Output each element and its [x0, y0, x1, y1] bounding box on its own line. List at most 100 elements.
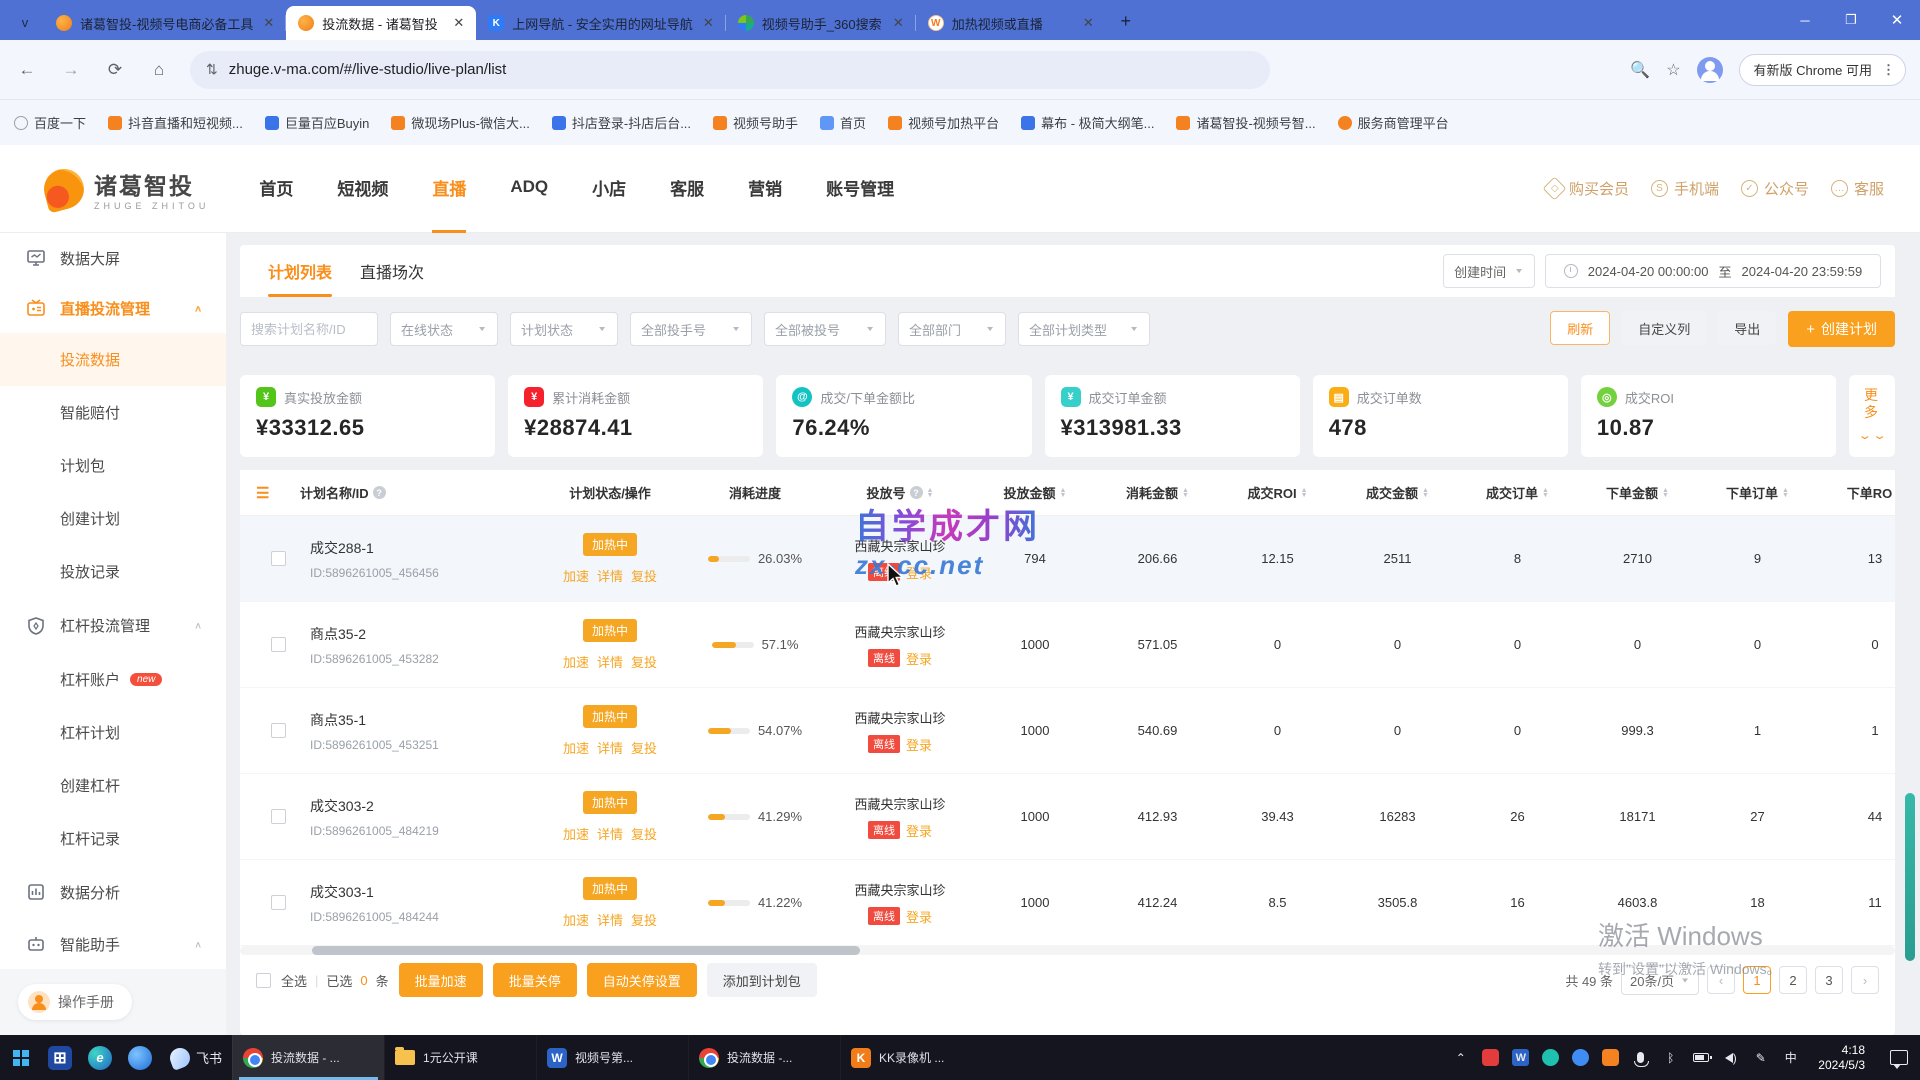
- site-settings-icon[interactable]: ⇅: [206, 61, 217, 78]
- new-tab-button[interactable]: +: [1112, 7, 1140, 35]
- sidebar-group-live-streaming[interactable]: 直播投流管理 ∧: [0, 283, 226, 333]
- table-row[interactable]: 商点35-2 ID:5896261005_453282 加热中 加速 详情 复投…: [240, 602, 1895, 688]
- sidebar-item-leverage-records[interactable]: 杠杆记录: [0, 812, 226, 865]
- col-deal-amount[interactable]: 成交金额▲▼: [1335, 483, 1460, 502]
- customer-service-link[interactable]: …客服: [1831, 178, 1884, 199]
- tab-plan-list-active[interactable]: 计划列表: [268, 245, 332, 297]
- sort-arrows-icon[interactable]: ▲▼: [1422, 488, 1429, 498]
- sidebar-item-flow-data-active[interactable]: 投流数据: [0, 333, 226, 386]
- chevron-up-icon[interactable]: ∧: [194, 939, 202, 949]
- volume-icon[interactable]: ): [1722, 1049, 1739, 1066]
- bookmark-item[interactable]: 抖音直播和短视频...: [108, 113, 243, 132]
- prev-page-button[interactable]: ‹: [1707, 966, 1735, 994]
- nav-shop[interactable]: 小店: [592, 145, 626, 233]
- pinned-feishu[interactable]: 飞书: [160, 1048, 232, 1068]
- select-all-label[interactable]: 全选: [281, 971, 307, 990]
- repeat-link[interactable]: 复投: [631, 824, 657, 843]
- table-row[interactable]: 商点35-1 ID:5896261005_453251 加热中 加速 详情 复投…: [240, 688, 1895, 774]
- batch-stop-button[interactable]: 批量关停: [493, 963, 577, 997]
- table-row[interactable]: 成交288-1 ID:5896261005_456456 加热中 加速 详情 复…: [240, 516, 1895, 602]
- task-window-4[interactable]: 投流数据 -...: [688, 1035, 840, 1080]
- window-minimize-button[interactable]: ─: [1782, 0, 1828, 40]
- custom-columns-button[interactable]: 自定义列: [1622, 311, 1706, 345]
- login-link[interactable]: 登录: [906, 821, 932, 840]
- detail-link[interactable]: 详情: [597, 824, 623, 843]
- chrome-update-pill[interactable]: 有新版 Chrome 可用 ⋮: [1739, 54, 1906, 86]
- login-link[interactable]: 登录: [906, 735, 932, 754]
- sidebar-item-leverage-account[interactable]: 杠杆账户 new: [0, 653, 226, 706]
- forward-button[interactable]: →: [54, 53, 88, 87]
- detail-link[interactable]: 详情: [597, 566, 623, 585]
- tab-close-icon[interactable]: ✕: [891, 15, 906, 31]
- sort-arrows-icon[interactable]: ▲▼: [927, 488, 934, 498]
- task-window-1-active[interactable]: 投流数据 - ...: [232, 1035, 384, 1080]
- notification-icon[interactable]: [1890, 1050, 1908, 1065]
- row-checkbox[interactable]: [271, 895, 286, 910]
- bookmark-item[interactable]: 幕布 - 极简大纲笔...: [1021, 113, 1154, 132]
- zoom-icon[interactable]: 🔍: [1630, 60, 1650, 80]
- sidebar-item-plan-package[interactable]: 计划包: [0, 439, 226, 492]
- sidebar-item-data-screen[interactable]: 数据大屏: [0, 233, 226, 283]
- nav-short-video[interactable]: 短视频: [337, 145, 388, 233]
- bookmark-item[interactable]: 视频号加热平台: [888, 113, 999, 132]
- pinned-edge[interactable]: e: [80, 1035, 120, 1080]
- col-plan-name[interactable]: 计划名称/ID?: [300, 483, 535, 502]
- tab-close-icon[interactable]: ✕: [451, 15, 466, 31]
- bookmark-item[interactable]: 巨量百应Buyin: [265, 113, 370, 132]
- col-account[interactable]: 投放号?▲▼: [825, 483, 975, 502]
- tray-word-icon[interactable]: W: [1512, 1049, 1529, 1066]
- accelerate-link[interactable]: 加速: [563, 652, 589, 671]
- bookmark-item[interactable]: 百度一下: [14, 113, 86, 132]
- sidebar-item-smart-compensation[interactable]: 智能赔付: [0, 386, 226, 439]
- browser-tab-2-active[interactable]: 投流数据 - 诸葛智投 ✕: [286, 6, 476, 40]
- login-link[interactable]: 登录: [906, 907, 932, 926]
- nav-service[interactable]: 客服: [670, 145, 704, 233]
- table-row[interactable]: 成交303-1 ID:5896261005_484244 加热中 加速 详情 复…: [240, 860, 1895, 946]
- column-config-icon[interactable]: ☰: [256, 484, 269, 502]
- tray-orange-app-icon[interactable]: [1602, 1049, 1619, 1066]
- chevron-up-icon[interactable]: ∧: [194, 620, 202, 630]
- refresh-button[interactable]: 刷新: [1550, 311, 1610, 345]
- col-consumed[interactable]: 消耗金额▲▼: [1095, 483, 1220, 502]
- chevron-up-icon[interactable]: ∧: [194, 303, 202, 313]
- tab-close-icon[interactable]: ✕: [261, 15, 276, 31]
- bookmark-item[interactable]: 抖店登录-抖店后台...: [552, 113, 691, 132]
- accelerate-link[interactable]: 加速: [563, 824, 589, 843]
- home-button[interactable]: ⌂: [142, 53, 176, 87]
- add-to-package-button[interactable]: 添加到计划包: [707, 963, 817, 997]
- target-account-select[interactable]: 全部被投号▼: [764, 312, 886, 346]
- tab-live-sessions[interactable]: 直播场次: [360, 245, 424, 297]
- page-2-button[interactable]: 2: [1779, 966, 1807, 994]
- profile-avatar[interactable]: [1697, 57, 1723, 83]
- task-window-3[interactable]: W 视频号第...: [536, 1035, 688, 1080]
- manual-button[interactable]: 操作手册: [18, 984, 132, 1020]
- browser-tab-3[interactable]: K 上网导航 - 安全实用的网址导航 ✕: [476, 6, 725, 40]
- tab-search-chevron-icon[interactable]: v: [8, 8, 42, 36]
- browser-tab-5[interactable]: W 加热视频或直播 ✕: [916, 6, 1106, 40]
- nav-marketing[interactable]: 营销: [748, 145, 782, 233]
- col-deal-orders[interactable]: 成交订单▲▼: [1460, 483, 1575, 502]
- row-checkbox[interactable]: [271, 551, 286, 566]
- pen-icon[interactable]: ✎: [1752, 1049, 1769, 1066]
- col-roi[interactable]: 成交ROI▲▼: [1220, 483, 1335, 502]
- accelerate-link[interactable]: 加速: [563, 738, 589, 757]
- official-account-link[interactable]: ✓公众号: [1741, 178, 1809, 199]
- menu-dots-icon[interactable]: ⋮: [1882, 62, 1895, 78]
- plan-type-select[interactable]: 全部计划类型▼: [1018, 312, 1150, 346]
- next-page-button[interactable]: ›: [1851, 966, 1879, 994]
- sidebar-group-smart-assistant[interactable]: 智能助手 ∧: [0, 919, 226, 969]
- date-range-picker[interactable]: 2024-04-20 00:00:00 至 2024-04-20 23:59:5…: [1545, 254, 1881, 288]
- window-maximize-button[interactable]: ❐: [1828, 0, 1874, 40]
- table-row[interactable]: 成交303-2 ID:5896261005_484219 加热中 加速 详情 复…: [240, 774, 1895, 860]
- repeat-link[interactable]: 复投: [631, 566, 657, 585]
- tray-teal-app-icon[interactable]: [1542, 1049, 1559, 1066]
- nav-account[interactable]: 账号管理: [826, 145, 894, 233]
- page-size-select[interactable]: 20条/页▼: [1621, 965, 1699, 995]
- sort-arrows-icon[interactable]: ▲▼: [1662, 488, 1669, 498]
- accelerate-link[interactable]: 加速: [563, 910, 589, 929]
- mobile-link[interactable]: S手机端: [1651, 178, 1719, 199]
- sort-arrows-icon[interactable]: ▲▼: [1782, 488, 1789, 498]
- select-all-checkbox[interactable]: [256, 973, 271, 988]
- auto-stop-settings-button[interactable]: 自动关停设置: [587, 963, 697, 997]
- sort-arrows-icon[interactable]: ▲▼: [1542, 488, 1549, 498]
